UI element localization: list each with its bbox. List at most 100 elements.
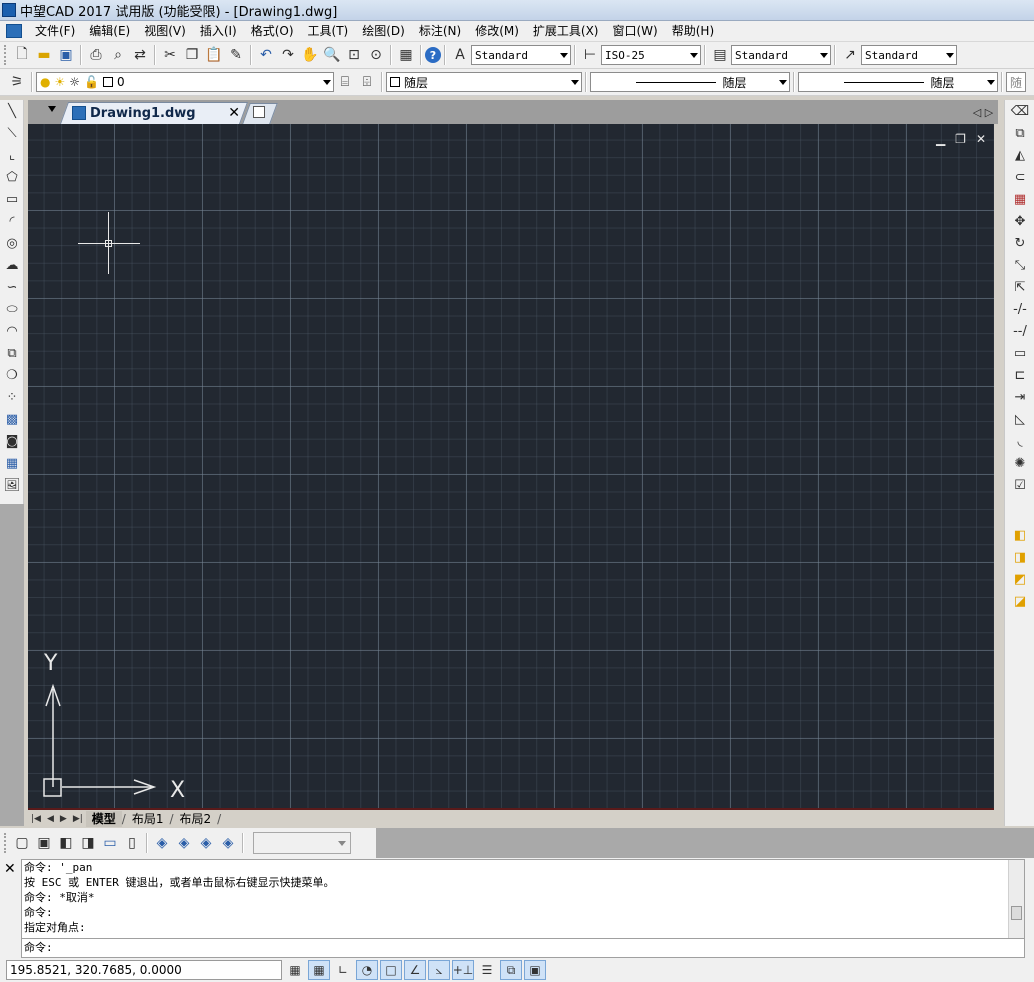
pan-hand-icon[interactable]: ✋ — [299, 44, 321, 66]
insert-block-icon[interactable]: ⧉ — [1, 342, 23, 364]
properties-icon[interactable]: ☑ — [1009, 474, 1031, 496]
close-command-window-icon[interactable]: ✕ — [4, 861, 16, 877]
layer-manager-icon[interactable]: ⚞ — [6, 71, 28, 93]
view-top-icon[interactable]: ▢ — [11, 832, 33, 854]
last-layout-icon[interactable]: ▶| — [70, 814, 86, 824]
multileader-style-select[interactable]: Standard — [861, 45, 957, 65]
print-icon[interactable]: ⎙ — [85, 44, 107, 66]
new-file-icon[interactable]: 🗋 — [11, 44, 33, 66]
line-icon[interactable]: ╲ — [1, 100, 23, 122]
break-at-point-icon[interactable]: ▭ — [1009, 342, 1031, 364]
named-view-select[interactable] — [253, 832, 351, 854]
draworder-back-icon[interactable]: ◨ — [1009, 546, 1031, 568]
region-icon[interactable]: ◙ — [1, 430, 23, 452]
command-input[interactable]: 命令: — [21, 938, 1025, 958]
restore-icon[interactable]: ❐ — [955, 132, 966, 146]
draworder-front-icon[interactable]: ◧ — [1009, 524, 1031, 546]
view-sw-iso-icon[interactable]: ◈ — [151, 832, 173, 854]
mtext-icon[interactable]: 🖼 — [1, 474, 23, 496]
minimize-icon[interactable]: ▁ — [936, 132, 945, 146]
dynamic-input-icon[interactable]: +⊥ — [452, 960, 474, 980]
calculator-icon[interactable]: ▦ — [395, 44, 417, 66]
view-front-icon[interactable]: ▭ — [99, 832, 121, 854]
toolbar-grip[interactable] — [4, 45, 8, 65]
text-style-select[interactable]: Standard — [471, 45, 571, 65]
save-icon[interactable]: ▣ — [55, 44, 77, 66]
help-icon[interactable]: ? — [425, 47, 441, 63]
menu-window[interactable]: 窗口(W) — [606, 22, 665, 41]
menu-format[interactable]: 格式(O) — [244, 22, 301, 41]
offset-icon[interactable]: ⊂ — [1009, 166, 1031, 188]
next-layout-icon[interactable]: ▶ — [57, 814, 70, 824]
dim-style-icon[interactable]: ⊢ — [579, 44, 601, 66]
view-back-icon[interactable]: ▯ — [121, 832, 143, 854]
grid-display-icon[interactable]: ▦ — [308, 960, 330, 980]
tab-model[interactable]: 模型 — [85, 811, 122, 827]
ellipse-icon[interactable]: ⬭ — [1, 298, 23, 320]
menu-view[interactable]: 视图(V) — [137, 22, 193, 41]
selection-cycling-icon[interactable]: ⧉ — [500, 960, 522, 980]
close-window-icon[interactable]: ✕ — [976, 132, 986, 146]
ellipse-arc-icon[interactable]: ◠ — [1, 320, 23, 342]
dim-style-select[interactable]: ISO-25 — [601, 45, 701, 65]
chamfer-icon[interactable]: ◺ — [1009, 408, 1031, 430]
polar-tracking-icon[interactable]: ◔ — [356, 960, 378, 980]
view-nw-iso-icon[interactable]: ◈ — [217, 832, 239, 854]
extend-icon[interactable]: --/ — [1009, 320, 1031, 342]
lineweight-select[interactable]: 随层 — [798, 72, 998, 92]
zoom-previous-icon[interactable]: ⊙ — [365, 44, 387, 66]
hatch-icon[interactable]: ▩ — [1, 408, 23, 430]
cloud-icon[interactable]: ☁ — [1, 254, 23, 276]
erase-icon[interactable]: ⌫ — [1009, 100, 1031, 122]
array-icon[interactable]: ▦ — [1009, 188, 1031, 210]
menu-edit[interactable]: 编辑(E) — [82, 22, 137, 41]
menu-modify[interactable]: 修改(M) — [468, 22, 526, 41]
rectangle-icon[interactable]: ▭ — [1, 188, 23, 210]
model-space-icon[interactable]: ▣ — [524, 960, 546, 980]
view-bottom-icon[interactable]: ▣ — [33, 832, 55, 854]
polyline-icon[interactable]: ⌞ — [1, 144, 23, 166]
ray-icon[interactable]: ⟍ — [1, 122, 23, 144]
menu-dimension[interactable]: 标注(N) — [412, 22, 468, 41]
undo-icon[interactable]: ↶ — [255, 44, 277, 66]
command-scrollbar[interactable] — [1008, 860, 1024, 938]
ortho-mode-icon[interactable]: ∟ — [332, 960, 354, 980]
lineweight-display-icon[interactable]: ☰ — [476, 960, 498, 980]
multileader-style-icon[interactable]: ↗ — [839, 44, 861, 66]
point-icon[interactable]: ⁘ — [1, 386, 23, 408]
explode-icon[interactable]: ✺ — [1009, 452, 1031, 474]
table-style-icon[interactable]: ▤ — [709, 44, 731, 66]
document-menu-icon[interactable] — [6, 24, 22, 38]
menu-tools[interactable]: 工具(T) — [301, 22, 356, 41]
object-snap-icon[interactable]: □ — [380, 960, 402, 980]
tab-list-dropdown-icon[interactable] — [48, 106, 56, 112]
arc-icon[interactable]: ◜ — [1, 210, 23, 232]
menu-draw[interactable]: 绘图(D) — [355, 22, 412, 41]
close-tab-icon[interactable]: ✕ — [228, 105, 240, 121]
table-style-select[interactable]: Standard — [731, 45, 831, 65]
menu-extensions[interactable]: 扩展工具(X) — [526, 22, 606, 41]
layer-select[interactable]: ● ☀ ☼ 🔓 0 — [36, 72, 334, 92]
break-icon[interactable]: ⊏ — [1009, 364, 1031, 386]
object-snap-tracking-icon[interactable]: ∠ — [404, 960, 426, 980]
print-preview-icon[interactable]: ⌕ — [107, 44, 129, 66]
circle-icon[interactable]: ◎ — [1, 232, 23, 254]
table-icon[interactable]: ▦ — [1, 452, 23, 474]
spline-icon[interactable]: ∽ — [1, 276, 23, 298]
prev-layout-icon[interactable]: ◀ — [44, 814, 57, 824]
publish-icon[interactable]: ⇄ — [129, 44, 151, 66]
text-style-icon[interactable]: A — [449, 44, 471, 66]
plot-style-select[interactable]: 随 — [1006, 72, 1026, 92]
menu-file[interactable]: 文件(F) — [28, 22, 82, 41]
view-se-iso-icon[interactable]: ◈ — [173, 832, 195, 854]
linetype-select[interactable]: 随层 — [590, 72, 790, 92]
view-right-icon[interactable]: ◨ — [77, 832, 99, 854]
menu-help[interactable]: 帮助(H) — [665, 22, 721, 41]
fillet-icon[interactable]: ◟ — [1009, 430, 1031, 452]
drawing-canvas[interactable]: ▁ ❐ ✕ Y X — [28, 124, 994, 810]
cut-icon[interactable]: ✂ — [159, 44, 181, 66]
tab-layout1[interactable]: 布局1 — [126, 811, 170, 827]
tab-scroll-left-icon[interactable]: ◁ — [972, 103, 982, 121]
tab-layout2[interactable]: 布局2 — [174, 811, 218, 827]
join-icon[interactable]: ⇥ — [1009, 386, 1031, 408]
